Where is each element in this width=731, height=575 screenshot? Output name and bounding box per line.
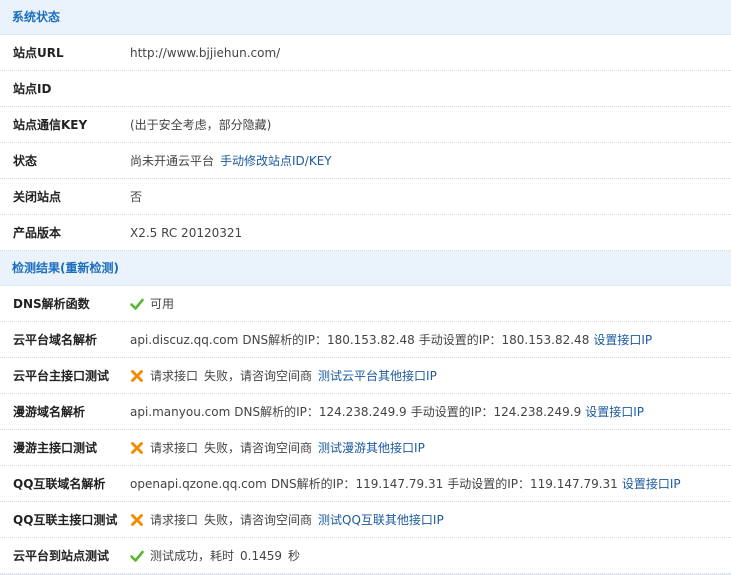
row-cloud-to-site: 云平台到站点测试 测试成功，耗时 0.1459 秒 xyxy=(0,538,731,574)
qq-domain-value: openapi.qzone.qq.com DNS解析的IP： 119.147.7… xyxy=(130,475,731,492)
row-dns-func: DNS解析函数 可用 xyxy=(0,286,731,322)
qq-domain-label: QQ互联域名解析 xyxy=(13,477,106,491)
qq-test-other-ip-link[interactable]: 测试QQ互联其他接口IP xyxy=(318,511,444,528)
system-status-header: 系统状态 xyxy=(0,0,731,35)
row-cloud-domain: 云平台域名解析 api.discuz.qq.com DNS解析的IP： 180.… xyxy=(0,322,731,358)
qq-dns-ip-label: DNS解析的IP： xyxy=(270,477,356,491)
row-site-id: 站点ID xyxy=(0,71,731,107)
dns-func-value: 可用 xyxy=(150,297,175,311)
qq-dns-ip: 119.147.79.31 xyxy=(355,476,444,491)
manyou-dns-ip: 124.238.249.9 xyxy=(318,404,407,419)
cloud-to-site-unit: 秒 xyxy=(288,549,301,563)
row-site-closed: 关闭站点 否 xyxy=(0,179,731,215)
manyou-domain-value: api.manyou.com DNS解析的IP： 124.238.249.9 手… xyxy=(130,403,731,420)
cloud-to-site-label: 云平台到站点测试 xyxy=(13,549,110,563)
row-qq-main: QQ互联主接口测试 请求接口 失败，请咨询空间商 测试QQ互联其他接口IP xyxy=(0,502,731,538)
edit-site-id-key-link[interactable]: 手动修改站点ID/KEY xyxy=(220,152,332,169)
row-product-version: 产品版本 X2.5 RC 20120321 xyxy=(0,215,731,251)
status-value-wrap: 尚未开通云平台 手动修改站点ID/KEY xyxy=(130,152,731,169)
cloud-dns-ip-label: DNS解析的IP： xyxy=(242,333,327,347)
qq-main-value: 请求接口 失败，请咨询空间商 测试QQ互联其他接口IP xyxy=(130,511,731,528)
site-url-label: 站点URL xyxy=(13,46,64,60)
cloud-to-site-time: 0.1459 xyxy=(240,548,283,563)
manyou-dns-ip-label: DNS解析的IP： xyxy=(234,405,319,419)
qq-main-label: QQ互联主接口测试 xyxy=(13,513,118,527)
cloud-dns-ip: 180.153.82.48 xyxy=(326,332,415,347)
manyou-manual-ip: 124.238.249.9 xyxy=(493,404,582,419)
manyou-main-label: 漫游主接口测试 xyxy=(13,441,98,455)
site-closed-label: 关闭站点 xyxy=(13,190,62,204)
site-id-label: 站点ID xyxy=(13,82,52,96)
site-url-value: http://www.bjjiehun.com/ xyxy=(130,45,281,60)
status-page: 系统状态 站点URL http://www.bjjiehun.com/ 站点ID… xyxy=(0,0,731,575)
cloud-set-ip-link[interactable]: 设置接口IP xyxy=(593,331,652,348)
qq-domain-host: openapi.qzone.qq.com xyxy=(130,476,267,491)
manyou-domain-label: 漫游域名解析 xyxy=(13,405,86,419)
cloud-domain-host: api.discuz.qq.com xyxy=(130,332,239,347)
cross-icon xyxy=(131,513,143,526)
row-site-url: 站点URL http://www.bjjiehun.com/ xyxy=(0,35,731,71)
detection-title[interactable]: 检测结果(重新检测) xyxy=(12,261,119,275)
cloud-main-value: 请求接口 失败，请咨询空间商 测试云平台其他接口IP xyxy=(130,367,731,384)
cloud-domain-label: 云平台域名解析 xyxy=(13,333,98,347)
row-manyou-domain: 漫游域名解析 api.manyou.com DNS解析的IP： 124.238.… xyxy=(0,394,731,430)
site-key-label: 站点通信KEY xyxy=(13,118,88,132)
site-closed-value: 否 xyxy=(130,190,143,204)
row-cloud-main: 云平台主接口测试 请求接口 失败，请咨询空间商 测试云平台其他接口IP xyxy=(0,358,731,394)
cloud-to-site-result: 测试成功，耗时 xyxy=(150,549,235,563)
qq-main-request: 请求接口 xyxy=(150,513,199,527)
manyou-domain-host: api.manyou.com xyxy=(130,404,231,419)
site-key-value: (出于安全考虑，部分隐藏) xyxy=(130,118,272,132)
manyou-main-value: 请求接口 失败，请咨询空间商 测试漫游其他接口IP xyxy=(130,439,731,456)
system-status-title: 系统状态 xyxy=(12,10,61,24)
status-value: 尚未开通云平台 xyxy=(130,154,215,168)
cross-icon xyxy=(131,441,143,454)
dns-func-value-wrap: 可用 xyxy=(130,295,731,312)
manyou-test-other-ip-link[interactable]: 测试漫游其他接口IP xyxy=(318,439,425,456)
check-icon xyxy=(130,550,144,562)
manyou-set-ip-link[interactable]: 设置接口IP xyxy=(585,403,644,420)
cloud-main-label: 云平台主接口测试 xyxy=(13,369,110,383)
qq-main-result: 失败，请咨询空间商 xyxy=(204,513,313,527)
qq-manual-ip-label: 手动设置的IP： xyxy=(447,477,531,491)
row-status: 状态 尚未开通云平台 手动修改站点ID/KEY xyxy=(0,143,731,179)
cloud-main-result: 失败，请咨询空间商 xyxy=(204,369,313,383)
detection-header: 检测结果(重新检测) xyxy=(0,251,731,286)
manyou-main-result: 失败，请咨询空间商 xyxy=(204,441,313,455)
cloud-test-other-ip-link[interactable]: 测试云平台其他接口IP xyxy=(318,367,437,384)
cloud-to-site-value: 测试成功，耗时 0.1459 秒 xyxy=(130,547,731,564)
cloud-main-request: 请求接口 xyxy=(150,369,199,383)
cloud-domain-value: api.discuz.qq.com DNS解析的IP： 180.153.82.4… xyxy=(130,331,731,348)
row-site-key: 站点通信KEY (出于安全考虑，部分隐藏) xyxy=(0,107,731,143)
row-qq-domain: QQ互联域名解析 openapi.qzone.qq.com DNS解析的IP： … xyxy=(0,466,731,502)
product-version-label: 产品版本 xyxy=(13,226,62,240)
product-version-value: X2.5 RC 20120321 xyxy=(130,225,243,240)
manyou-manual-ip-label: 手动设置的IP： xyxy=(410,405,494,419)
dns-func-label: DNS解析函数 xyxy=(13,297,90,311)
cloud-manual-ip: 180.153.82.48 xyxy=(501,332,590,347)
cross-icon xyxy=(131,369,143,382)
qq-manual-ip: 119.147.79.31 xyxy=(530,476,618,491)
manyou-main-request: 请求接口 xyxy=(150,441,199,455)
row-manyou-main: 漫游主接口测试 请求接口 失败，请咨询空间商 测试漫游其他接口IP xyxy=(0,430,731,466)
cloud-manual-ip-label: 手动设置的IP： xyxy=(418,333,502,347)
status-label: 状态 xyxy=(13,154,38,168)
check-icon xyxy=(130,298,144,310)
qq-set-ip-link[interactable]: 设置接口IP xyxy=(622,475,681,492)
